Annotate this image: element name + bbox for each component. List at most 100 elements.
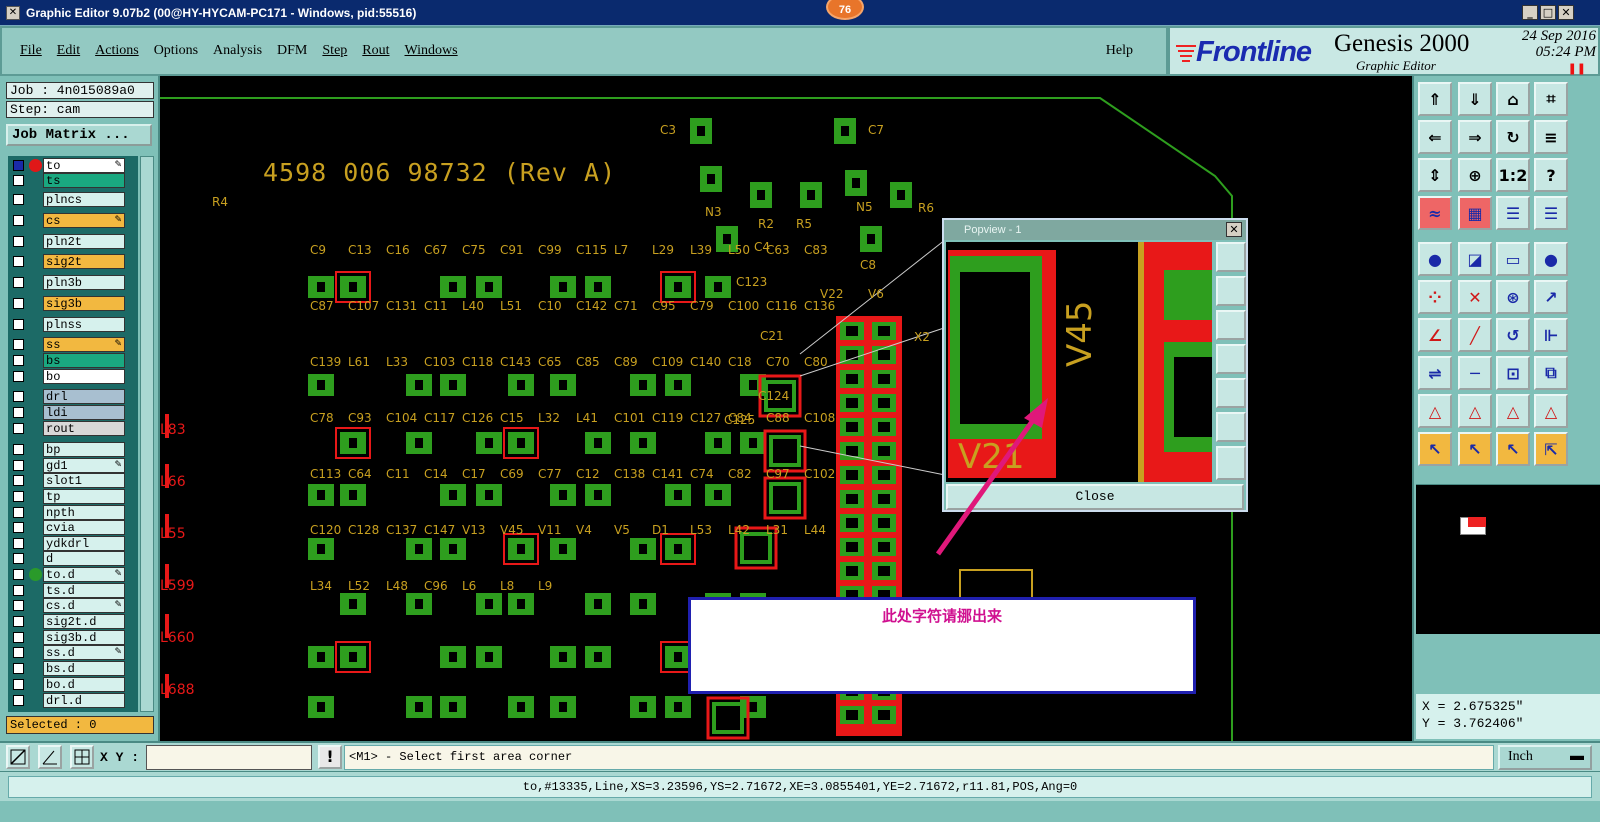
- snap-angle-button[interactable]: [38, 745, 62, 769]
- layer-name[interactable]: sig2t: [43, 254, 125, 269]
- tool-button[interactable]: ⇐: [1418, 120, 1452, 154]
- tool-button[interactable]: ↻: [1496, 120, 1530, 154]
- tool-button[interactable]: ▦: [1458, 196, 1492, 230]
- tool-button[interactable]: ⇑: [1418, 82, 1452, 116]
- popview-close-button[interactable]: Close: [946, 484, 1244, 510]
- layer-name[interactable]: cs.d ✎: [43, 598, 125, 613]
- layer-row[interactable]: drl: [8, 389, 138, 404]
- tool-button[interactable]: ⌗: [1534, 82, 1568, 116]
- layer-name[interactable]: plnss: [43, 317, 125, 332]
- layer-checkbox[interactable]: [13, 277, 24, 288]
- tool-button[interactable]: ⁘: [1418, 280, 1452, 314]
- layer-row[interactable]: slot1: [8, 473, 138, 488]
- menu-edit[interactable]: Edit: [57, 43, 80, 59]
- tool-button[interactable]: △: [1534, 394, 1568, 428]
- layer-name[interactable]: ss ✎: [43, 337, 125, 352]
- tool-button[interactable]: △: [1418, 394, 1452, 428]
- layer-name[interactable]: bo: [43, 369, 125, 384]
- layer-checkbox[interactable]: [13, 298, 24, 309]
- tool-button[interactable]: ↺: [1496, 318, 1530, 352]
- popview-pan-down-button[interactable]: [1216, 310, 1246, 340]
- tool-button[interactable]: ↖: [1418, 432, 1452, 466]
- layer-checkbox[interactable]: [13, 160, 24, 171]
- layer-name[interactable]: sig3b: [43, 296, 125, 311]
- layer-checkbox[interactable]: [13, 236, 24, 247]
- layer-row[interactable]: rout: [8, 421, 138, 436]
- layer-row[interactable]: ydkdrl: [8, 536, 138, 551]
- tool-button[interactable]: ⇱: [1534, 432, 1568, 466]
- tool-button[interactable]: ●: [1534, 242, 1568, 276]
- popview-pan-left-button[interactable]: [1216, 344, 1246, 374]
- tool-button[interactable]: ⊕: [1458, 158, 1492, 192]
- layer-checkbox[interactable]: [13, 475, 24, 486]
- tool-button[interactable]: ↖: [1458, 432, 1492, 466]
- layer-checkbox[interactable]: [13, 491, 24, 502]
- layer-row[interactable]: to.d ✎: [8, 567, 138, 582]
- layer-name[interactable]: pln2t: [43, 234, 125, 249]
- layer-row[interactable]: cvia: [8, 520, 138, 535]
- tool-button[interactable]: ⊩: [1534, 318, 1568, 352]
- overview-map[interactable]: [1416, 484, 1600, 634]
- tool-button[interactable]: ☰: [1496, 196, 1530, 230]
- layer-name[interactable]: ldi: [43, 405, 125, 420]
- layer-checkbox[interactable]: [13, 679, 24, 690]
- layer-name[interactable]: to.d ✎: [43, 567, 125, 582]
- tool-button[interactable]: ↗: [1534, 280, 1568, 314]
- layer-checkbox[interactable]: [13, 538, 24, 549]
- layer-checkbox[interactable]: [13, 319, 24, 330]
- pause-icon[interactable]: ❚❚: [1568, 62, 1586, 75]
- layer-row[interactable]: ss.d ✎: [8, 645, 138, 660]
- layer-row[interactable]: tp: [8, 489, 138, 504]
- tool-button[interactable]: ⇒: [1458, 120, 1492, 154]
- popview-close-icon[interactable]: ✕: [1226, 222, 1242, 237]
- popview-pan-up-button[interactable]: [1216, 276, 1246, 306]
- menu-actions[interactable]: Actions: [95, 43, 139, 59]
- layer-checkbox[interactable]: [13, 423, 24, 434]
- menu-file[interactable]: File: [20, 43, 42, 59]
- layer-name[interactable]: npth: [43, 505, 125, 520]
- layer-name[interactable]: bs: [43, 353, 125, 368]
- layer-name[interactable]: bs.d: [43, 661, 125, 676]
- tool-button[interactable]: ⇌: [1418, 356, 1452, 390]
- menu-dfm[interactable]: DFM: [277, 43, 307, 59]
- alert-button[interactable]: !: [318, 745, 342, 769]
- layer-checkbox[interactable]: [13, 647, 24, 658]
- popview-zoom-fit-button[interactable]: [1216, 412, 1246, 442]
- layer-checkbox[interactable]: [13, 695, 24, 706]
- snap-center-button[interactable]: [70, 745, 94, 769]
- layer-name[interactable]: d: [43, 551, 125, 566]
- layer-checkbox[interactable]: [13, 355, 24, 366]
- tool-button[interactable]: ≡: [1534, 120, 1568, 154]
- popview-zoom-in-button[interactable]: [1216, 242, 1246, 272]
- layer-row[interactable]: bs: [8, 353, 138, 368]
- layer-name[interactable]: drl.d: [43, 693, 125, 708]
- layer-checkbox[interactable]: [13, 175, 24, 186]
- tool-button[interactable]: ☰: [1534, 196, 1568, 230]
- layer-name[interactable]: ss.d ✎: [43, 645, 125, 660]
- layer-scrollbar[interactable]: [140, 156, 154, 712]
- layer-row[interactable]: ts.d: [8, 583, 138, 598]
- close-x-icon[interactable]: ✕: [6, 5, 20, 20]
- tool-button[interactable]: ╱: [1458, 318, 1492, 352]
- tool-button[interactable]: △: [1496, 394, 1530, 428]
- layer-row[interactable]: sig3b.d: [8, 630, 138, 645]
- layer-row[interactable]: drl.d: [8, 693, 138, 708]
- layer-name[interactable]: ts.d: [43, 583, 125, 598]
- layer-checkbox[interactable]: [13, 569, 24, 580]
- layer-row[interactable]: cs.d ✎: [8, 598, 138, 613]
- layer-row[interactable]: bp: [8, 442, 138, 457]
- maximize-icon[interactable]: □: [1540, 5, 1556, 20]
- tool-button[interactable]: ≈: [1418, 196, 1452, 230]
- menu-step[interactable]: Step: [322, 43, 347, 59]
- tool-button[interactable]: ∠: [1418, 318, 1452, 352]
- layer-row[interactable]: plnss: [8, 317, 138, 332]
- tool-button[interactable]: ⧉: [1534, 356, 1568, 390]
- layer-row[interactable]: plncs: [8, 192, 138, 207]
- tool-button[interactable]: ⇕: [1418, 158, 1452, 192]
- tool-button[interactable]: ⇓: [1458, 82, 1492, 116]
- layer-checkbox[interactable]: [13, 585, 24, 596]
- layer-checkbox[interactable]: [13, 522, 24, 533]
- layer-checkbox[interactable]: [13, 460, 24, 471]
- layer-checkbox[interactable]: [13, 553, 24, 564]
- layer-checkbox[interactable]: [13, 632, 24, 643]
